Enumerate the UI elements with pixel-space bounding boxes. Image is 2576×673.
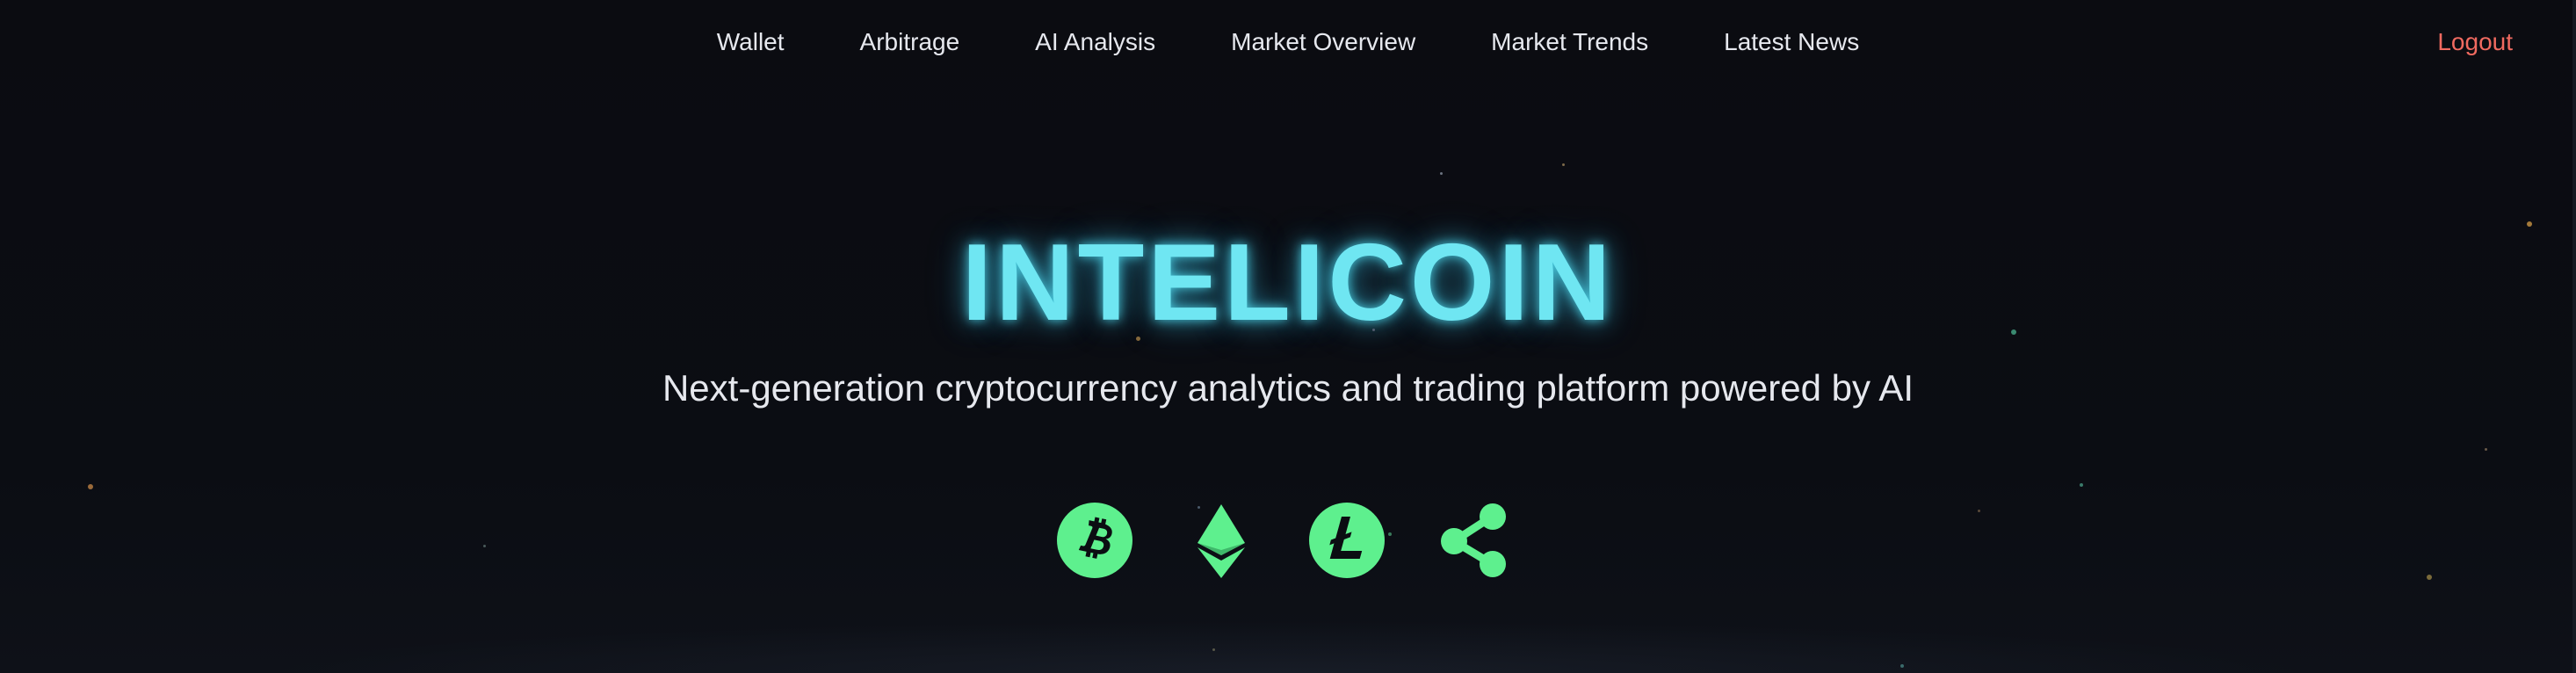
nav-link-market-overview[interactable]: Market Overview (1231, 26, 1415, 58)
nav-link-wallet[interactable]: Wallet (717, 26, 785, 58)
nav-link-arbitrage[interactable]: Arbitrage (860, 26, 960, 58)
star (88, 484, 93, 489)
bitcoin-icon[interactable] (1055, 501, 1134, 580)
star (2080, 483, 2083, 487)
star (1212, 648, 1215, 651)
star (2485, 448, 2487, 451)
landing-page: Wallet Arbitrage AI Analysis Market Over… (0, 0, 2576, 673)
top-nav: Wallet Arbitrage AI Analysis Market Over… (0, 0, 2576, 84)
litecoin-icon[interactable] (1307, 501, 1386, 580)
ripple-icon[interactable] (1435, 501, 1514, 580)
nav-link-market-trends[interactable]: Market Trends (1491, 26, 1648, 58)
nav-link-ai-analysis[interactable]: AI Analysis (1035, 26, 1155, 58)
star (1900, 664, 1904, 668)
nav-links: Wallet Arbitrage AI Analysis Market Over… (0, 26, 2576, 58)
hero-subtitle: Next-generation cryptocurrency analytics… (662, 367, 1914, 409)
star (1440, 172, 1443, 175)
bottom-glow (246, 620, 2330, 673)
star (1562, 163, 1565, 166)
ethereum-icon[interactable] (1182, 501, 1261, 580)
nav-link-latest-news[interactable]: Latest News (1724, 26, 1859, 58)
coin-icons-row (0, 501, 2576, 580)
logout-button[interactable]: Logout (2437, 26, 2513, 58)
hero-title: INTELICOIN (961, 222, 1615, 344)
